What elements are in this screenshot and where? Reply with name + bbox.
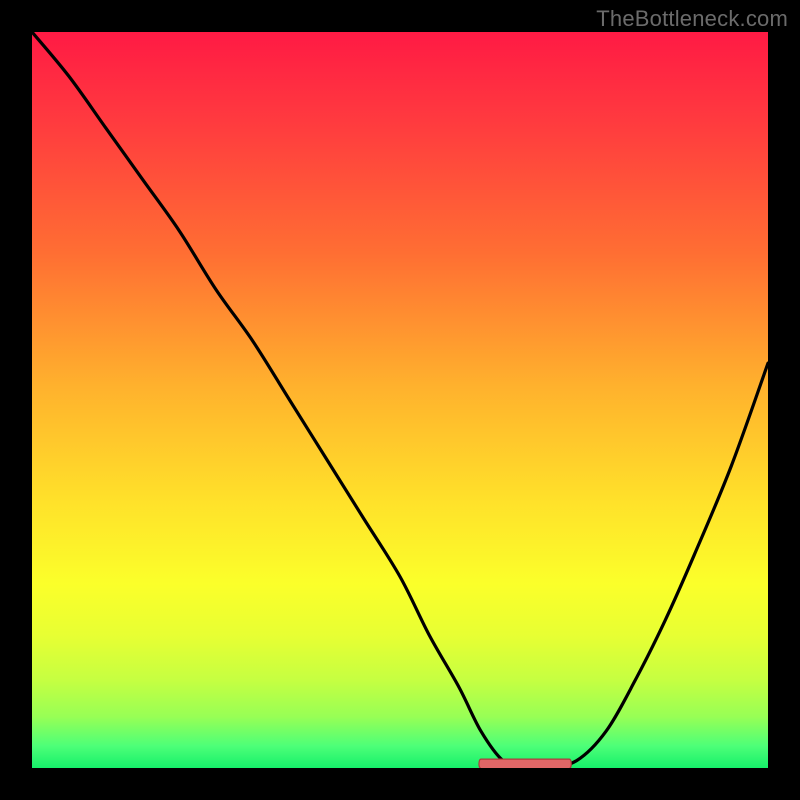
plot-area [32, 32, 768, 768]
watermark-text: TheBottleneck.com [596, 6, 788, 32]
chart-frame: TheBottleneck.com [0, 0, 800, 800]
heat-gradient-background [32, 32, 768, 768]
